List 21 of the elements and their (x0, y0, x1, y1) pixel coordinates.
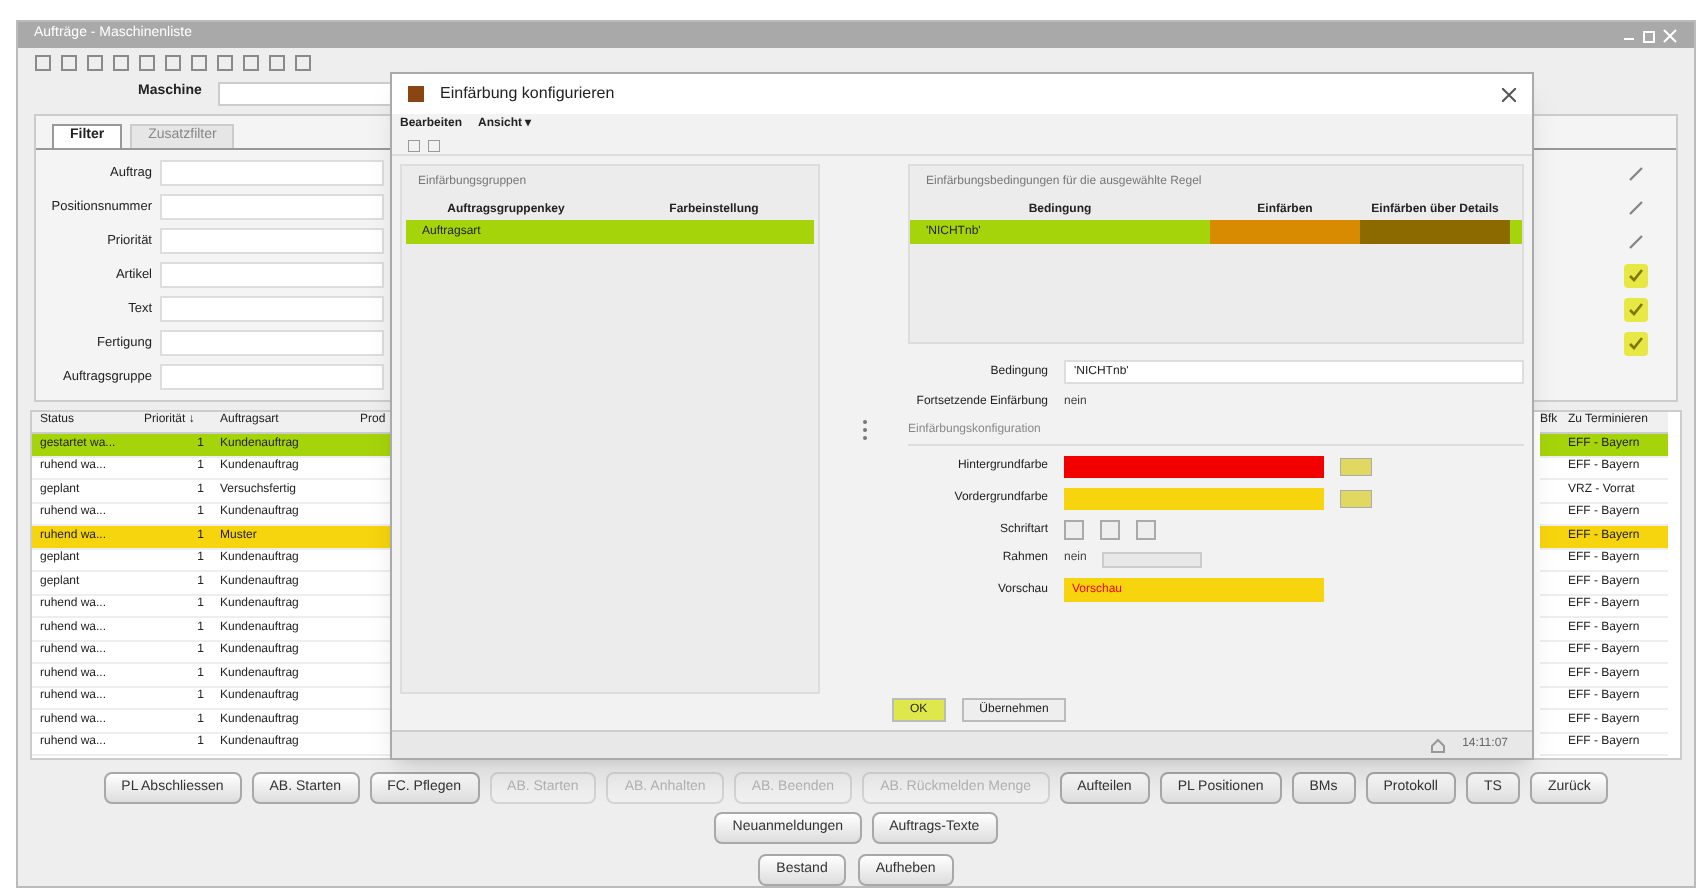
picker-icon[interactable] (1340, 490, 1372, 508)
filter-field[interactable] (160, 364, 384, 391)
check-icon[interactable] (1624, 331, 1648, 356)
filter-field[interactable] (160, 160, 384, 187)
window-controls-icon (1622, 27, 1678, 44)
filter-field[interactable] (160, 194, 384, 221)
check-icon[interactable] (1624, 297, 1648, 322)
check-icon[interactable] (1624, 263, 1648, 288)
filter-field[interactable] (160, 330, 384, 357)
app-icon (408, 86, 424, 102)
splitter-icon[interactable] (861, 417, 867, 441)
filter-field[interactable] (160, 228, 384, 255)
background-color-bar[interactable] (1064, 456, 1324, 478)
border-field[interactable] (1102, 551, 1203, 567)
filter-field[interactable] (160, 296, 384, 323)
filter-field[interactable] (160, 262, 384, 289)
close-icon[interactable] (1502, 87, 1516, 101)
foreground-color-bar[interactable] (1064, 488, 1324, 510)
dialog-title: Einfärbung konfigurieren (440, 82, 615, 106)
picker-icon[interactable] (1340, 458, 1372, 476)
home-icon (1430, 737, 1447, 753)
